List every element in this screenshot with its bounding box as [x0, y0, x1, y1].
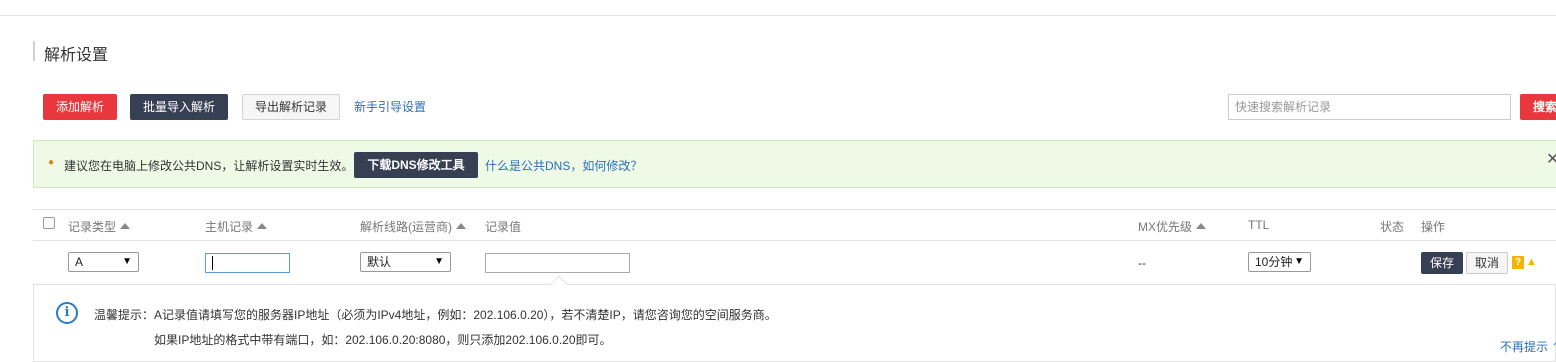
sort-up-icon [1196, 223, 1207, 229]
hint-line-2: 如果IP地址的格式中带有端口，如：202.106.0.20:8080，则只添加2… [154, 333, 612, 347]
line-select[interactable]: 默认 ▼ [360, 252, 451, 272]
hint-panel: i 温馨提示：A记录值请填写您的服务器IP地址（必须为IPv4地址，例如：202… [33, 275, 1556, 362]
bullet-icon: ● [48, 157, 55, 168]
page-title: 解析设置 [44, 47, 109, 64]
export-records-button[interactable]: 导出解析记录 [242, 94, 340, 120]
close-icon[interactable]: ✕ [1546, 149, 1556, 169]
sort-up-icon [456, 223, 466, 229]
ttl-select[interactable]: 10分钟 ▼ [1248, 252, 1311, 272]
top-divider [0, 15, 1556, 16]
text-caret [212, 256, 213, 270]
warning-icon: ▲ [1526, 256, 1537, 268]
dns-notice-banner: ● 建议您在电脑上修改公共DNS，让解析设置实时生效。 下载DNS修改工具 什么… [33, 140, 1556, 188]
header-action: 操作 [1421, 220, 1446, 234]
batch-import-button[interactable]: 批量导入解析 [130, 94, 228, 120]
search-input[interactable] [1228, 94, 1511, 120]
dropdown-arrow-icon: ▼ [434, 256, 444, 267]
record-type-select[interactable]: A ▼ [68, 252, 139, 272]
table-header: 记录类型 主机记录 解析线路(运营商) 记录值 MX优先级 TTL 状态 操作 [33, 210, 1556, 241]
header-status: 状态 [1380, 220, 1405, 234]
mx-priority-value: -- [1138, 256, 1146, 270]
dismiss-hint-link[interactable]: 不再提示 ⌃ [1500, 338, 1556, 355]
host-record-input[interactable] [205, 253, 290, 273]
guide-settings-link[interactable]: 新手引导设置 [354, 98, 426, 115]
select-all-checkbox[interactable] [43, 217, 55, 229]
header-ttl: TTL [1248, 218, 1270, 232]
download-dns-tool-button[interactable]: 下载DNS修改工具 [354, 152, 478, 178]
search-button[interactable]: 搜索 [1520, 94, 1556, 120]
edit-record-row: A ▼ 默认 ▼ -- 10分钟 ▼ 保存 取消 ? ▲ [33, 241, 1556, 285]
info-icon: i [56, 302, 78, 324]
title-accent-bar [33, 41, 35, 61]
sort-up-icon [257, 223, 268, 229]
notice-text: 建议您在电脑上修改公共DNS，让解析设置实时生效。 [64, 159, 354, 173]
save-button[interactable]: 保存 [1421, 252, 1463, 274]
add-record-button[interactable]: 添加解析 [43, 94, 117, 120]
header-host[interactable]: 主机记录 [205, 218, 268, 235]
help-icon[interactable]: ? [1512, 256, 1524, 269]
public-dns-help-link[interactable]: 什么是公共DNS，如何修改？ [485, 157, 642, 174]
hint-line-1: 温馨提示：A记录值请填写您的服务器IP地址（必须为IPv4地址，例如：202.1… [94, 308, 777, 322]
header-value: 记录值 [485, 220, 522, 234]
dropdown-arrow-icon: ▼ [122, 256, 132, 267]
header-record-type[interactable]: 记录类型 [68, 218, 131, 235]
sort-up-icon [120, 223, 131, 229]
cancel-button[interactable]: 取消 [1466, 252, 1508, 274]
record-value-input[interactable] [485, 253, 630, 273]
dropdown-arrow-icon: ▼ [1294, 256, 1304, 267]
header-line[interactable]: 解析线路(运营商) [360, 218, 466, 235]
header-mx[interactable]: MX优先级 [1138, 218, 1207, 235]
